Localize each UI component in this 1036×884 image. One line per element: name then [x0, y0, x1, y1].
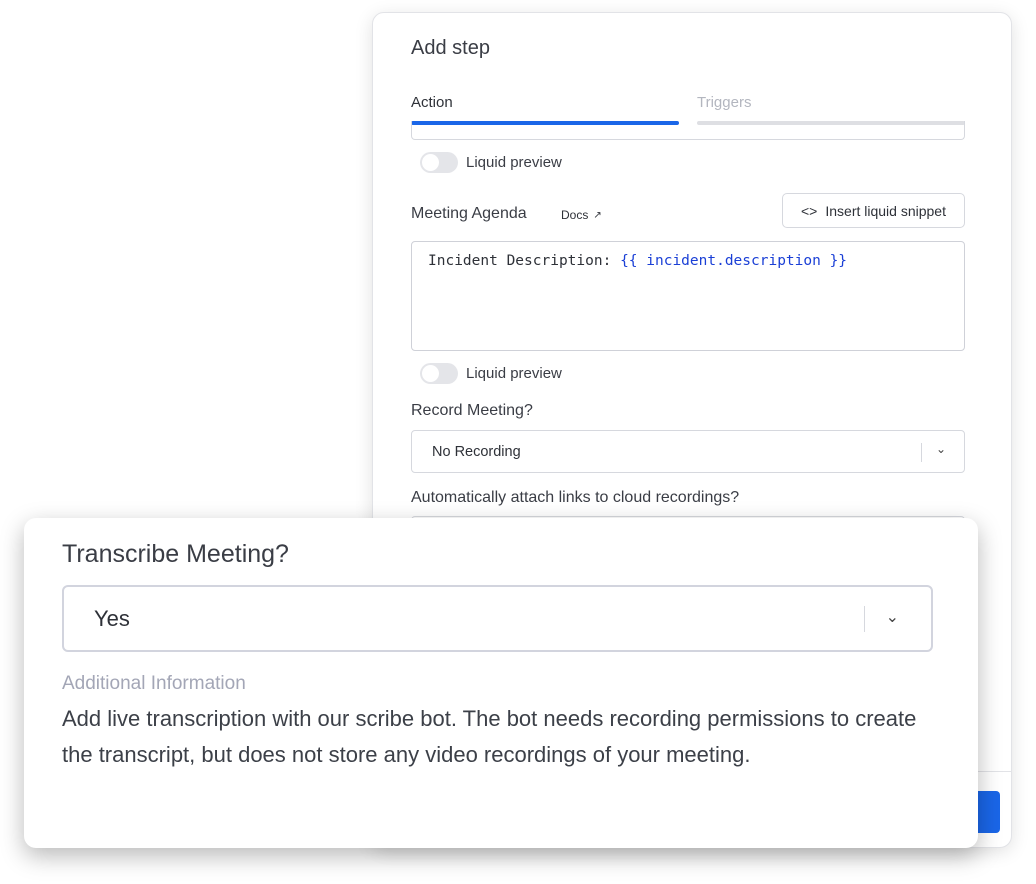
- liquid-preview-label-2: Liquid preview: [466, 365, 562, 382]
- attach-links-label: Automatically attach links to cloud reco…: [411, 489, 740, 506]
- previous-textarea[interactable]: [411, 121, 965, 140]
- meeting-agenda-input[interactable]: Incident Description: {{ incident.descri…: [411, 241, 965, 351]
- additional-information-label: Additional Information: [62, 673, 246, 694]
- transcribe-meeting-label: Transcribe Meeting?: [62, 540, 289, 568]
- agenda-liquid-variable: {{ incident.description }}: [620, 253, 848, 269]
- docs-label: Docs: [561, 208, 589, 222]
- chevron-down-icon: ⌄: [885, 609, 899, 626]
- chevron-down-icon: ⌄: [935, 442, 946, 456]
- liquid-preview-label: Liquid preview: [466, 154, 562, 171]
- tab-triggers[interactable]: Triggers: [697, 94, 751, 111]
- transcribe-meeting-select[interactable]: Yes ⌄: [62, 585, 933, 652]
- tab-action[interactable]: Action: [411, 94, 453, 111]
- select-divider: [921, 443, 922, 462]
- liquid-preview-toggle-2[interactable]: [420, 363, 458, 384]
- code-icon: <>: [801, 202, 818, 219]
- record-meeting-select[interactable]: No Recording ⌄: [411, 430, 965, 473]
- docs-link[interactable]: Docs ↗: [561, 208, 602, 222]
- record-meeting-label: Record Meeting?: [411, 402, 533, 419]
- panel-title: Add step: [411, 37, 490, 59]
- transcribe-meeting-card: Transcribe Meeting? Yes ⌄ Additional Inf…: [24, 518, 978, 848]
- record-meeting-value: No Recording: [432, 443, 521, 460]
- agenda-text: Incident Description:: [428, 253, 621, 269]
- external-link-icon: ↗: [593, 209, 602, 221]
- insert-liquid-snippet-button[interactable]: <> Insert liquid snippet: [782, 193, 965, 228]
- additional-information-text: Add live transcription with our scribe b…: [62, 706, 917, 767]
- select-divider: [864, 606, 865, 632]
- liquid-preview-toggle[interactable]: [420, 152, 458, 173]
- meeting-agenda-label: Meeting Agenda: [411, 205, 527, 222]
- snippet-button-label: Insert liquid snippet: [825, 202, 946, 219]
- transcribe-meeting-value: Yes: [94, 605, 130, 631]
